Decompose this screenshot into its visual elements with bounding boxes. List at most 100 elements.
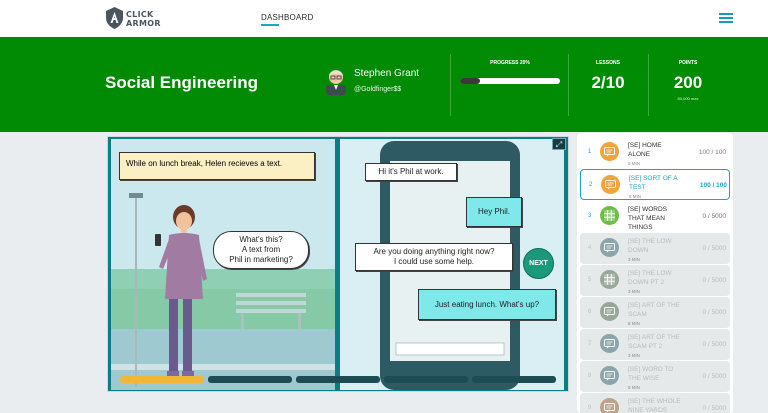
grid-icon: [600, 206, 619, 225]
lesson-title-line: [SE] ART OF THE: [628, 302, 681, 309]
thought-line: What's this?: [239, 235, 283, 244]
lesson-number: 8: [588, 373, 592, 379]
lesson-score: 0 / 5000: [702, 245, 727, 252]
message-bubble-sent: Hey Phil.: [466, 197, 522, 227]
lesson-number: 3: [588, 213, 592, 219]
lesson-item[interactable]: 8 [SE] WORD TO THE WISE 5 MIN 0 / 5000: [580, 361, 730, 392]
lesson-title-line: DOWN PT 2: [628, 279, 664, 286]
lesson-title-line: [SE] ART OF THE: [628, 334, 681, 341]
lesson-item[interactable]: 9 [SE] THE WHOLE NINE YARDS 0 / 5000: [580, 393, 730, 413]
fullscreen-icon[interactable]: ⤢: [552, 138, 566, 150]
lesson-item[interactable]: 5 [SE] THE LOW DOWN PT 2 3 MIN 0 / 5000: [580, 265, 730, 296]
lessons-label: LESSONS: [596, 60, 620, 66]
lesson-title-line: NINE YARDS: [628, 407, 668, 413]
message-bubble-received: Hi it's Phil at work.: [365, 163, 457, 181]
hamburger-menu-icon[interactable]: [719, 13, 733, 23]
nav-active-indicator: [261, 24, 279, 26]
points-value: 200: [673, 73, 703, 92]
lesson-score: 0 / 5000: [702, 277, 727, 284]
lesson-number: 5: [588, 277, 592, 283]
lesson-title-line: THAT MEAN: [628, 215, 665, 222]
message-bubble-sent: Just eating lunch. What's up?: [418, 289, 556, 320]
progress-label: PROGRESS 20%: [490, 60, 530, 66]
lesson-item[interactable]: 4 [SE] THE LOW DOWN 3 MIN 0 / 5000: [580, 233, 730, 264]
lesson-duration: 5 MIN: [628, 385, 641, 390]
lesson-title: [SE] HOME ALONE 5 MIN: [628, 141, 688, 168]
header-divider: [450, 54, 451, 116]
lesson-score: 0 / 5000: [702, 309, 727, 316]
lesson-title-line: SCAM: [628, 311, 647, 318]
lesson-item[interactable]: 2 [SE] SORT OF A TEST 5 MIN 100 / 100: [580, 169, 730, 200]
lesson-title-line: [SE] WORDS: [628, 206, 668, 213]
comic-progress-segment[interactable]: [472, 376, 556, 383]
message-bubble-received: Are you doing anything right now? I coul…: [355, 243, 513, 271]
comic-progress-segment[interactable]: [208, 376, 292, 383]
lesson-title-line: [SE] HOME: [628, 142, 662, 149]
lesson-item[interactable]: 3 [SE] WORDS THAT MEAN THINGS 0 / 5000: [580, 201, 730, 232]
logo-text-armor: ARMOR: [126, 19, 161, 28]
next-button[interactable]: NEXT: [523, 248, 554, 279]
lesson-title: [SE] ART OF THE SCAM PT 2 3 MIN: [628, 333, 688, 360]
comic-progress-segment[interactable]: [384, 376, 468, 383]
lesson-title-line: TEST: [629, 184, 646, 191]
comic-viewer: While on lunch break, Helen recieves a t…: [107, 136, 569, 392]
chat-icon: [600, 334, 619, 353]
lesson-title: [SE] WORD TO THE WISE 5 MIN: [628, 365, 688, 392]
lesson-title-line: THINGS: [628, 224, 653, 231]
lessons-list: 1 [SE] HOME ALONE 5 MIN 100 / 100 2 [SE] SORT …: [577, 133, 733, 413]
lesson-number: 4: [588, 245, 592, 251]
lesson-title-line: THE WISE: [628, 375, 660, 382]
lesson-title-line: ALONE: [628, 151, 651, 158]
lesson-duration: 3 MIN: [628, 257, 641, 262]
comic-progress-segment[interactable]: [120, 376, 204, 383]
lesson-title: [SE] SORT OF A TEST 5 MIN: [629, 174, 689, 201]
comic-progress-segment[interactable]: [296, 376, 380, 383]
lesson-number: 6: [588, 309, 592, 315]
points-max: 80,000 max: [677, 96, 699, 101]
lesson-score: 0 / 5000: [702, 405, 727, 412]
thought-bubble: What's this? A text from Phil in marketi…: [213, 231, 309, 269]
lesson-duration: 5 MIN: [629, 194, 642, 199]
lesson-item[interactable]: 6 [SE] ART OF THE SCAM 8 MIN 0 / 5000: [580, 297, 730, 328]
lesson-title-line: [SE] THE LOW: [628, 238, 672, 245]
progress-bar: [460, 78, 560, 84]
grid-icon: [600, 270, 619, 289]
caption-box: While on lunch break, Helen recieves a t…: [119, 152, 315, 180]
nav-dashboard-link[interactable]: DASHBOARD: [261, 13, 313, 22]
lesson-duration: 5 MIN: [628, 161, 641, 166]
lessons-value: 2/10: [591, 73, 625, 92]
shield-logo-icon: [106, 7, 123, 29]
lesson-title-line: [SE] SORT OF A: [629, 175, 678, 182]
points-label: POINTS: [678, 60, 698, 66]
user-name: Stephen Grant: [354, 68, 420, 79]
chat-icon: [600, 398, 619, 413]
lesson-number: 2: [589, 182, 593, 188]
message-line: I could use some help.: [393, 257, 475, 266]
lesson-duration: 8 MIN: [628, 321, 641, 326]
lesson-number: 1: [588, 149, 592, 155]
header-divider: [648, 54, 649, 116]
chat-icon: [600, 142, 619, 161]
lesson-number: 7: [588, 341, 592, 347]
thought-line: A text from: [241, 245, 281, 254]
lesson-score: 100 / 100: [699, 182, 727, 189]
comic-panel-1: While on lunch break, Helen recieves a t…: [111, 139, 335, 390]
lesson-title-line: [SE] THE LOW: [628, 270, 672, 277]
lesson-duration: 3 MIN: [628, 289, 641, 294]
lesson-title-line: DOWN: [628, 247, 649, 254]
lesson-title: [SE] THE LOW DOWN PT 2 3 MIN: [628, 269, 688, 296]
lesson-title-line: [SE] THE WHOLE: [628, 398, 681, 405]
lesson-title: [SE] WORDS THAT MEAN THINGS: [628, 205, 688, 232]
lesson-item[interactable]: 7 [SE] ART OF THE SCAM PT 2 3 MIN 0 / 5000: [580, 329, 730, 360]
lesson-score: 0 / 5000: [702, 341, 727, 348]
lesson-score: 0 / 5000: [702, 213, 727, 220]
lesson-item[interactable]: 1 [SE] HOME ALONE 5 MIN 100 / 100: [580, 137, 730, 168]
lesson-title-line: SCAM PT 2: [628, 343, 663, 350]
logo-text-click: CLICK: [126, 10, 154, 19]
message-line: Are you doing anything right now?: [373, 247, 495, 256]
user-avatar[interactable]: [324, 67, 348, 95]
lesson-score: 0 / 5000: [702, 373, 727, 380]
thought-line: Phil in marketing?: [229, 255, 293, 264]
user-handle: @Goldfinger$$: [354, 86, 402, 93]
clickarmor-logo[interactable]: CLICK ARMOR: [106, 7, 162, 31]
